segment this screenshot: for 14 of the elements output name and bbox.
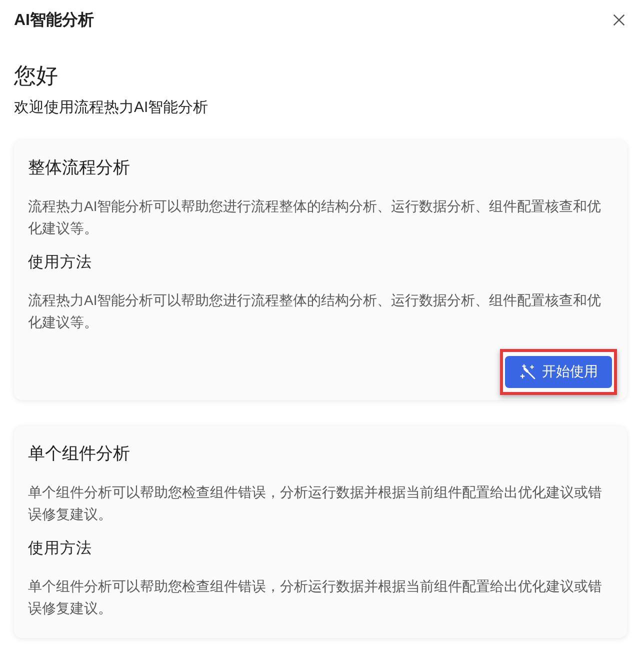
card-title: 单个组件分析: [28, 443, 130, 465]
usage-heading: 使用方法: [28, 539, 92, 559]
greeting-subtitle: 欢迎使用流程热力AI智能分析: [14, 98, 208, 118]
start-button[interactable]: 开始使用: [505, 356, 612, 388]
close-icon[interactable]: [613, 14, 625, 26]
usage-description: 流程热力AI智能分析可以帮助您进行流程整体的结构分析、运行数据分析、组件配置核查和优化建议等。: [28, 291, 602, 332]
dialog-title: AI智能分析: [14, 10, 94, 30]
usage-description: 单个组件分析可以帮助您检查组件错误，分析运行数据并根据当前组件配置给出优化建议或错误修复建议。: [28, 577, 603, 618]
usage-heading: 使用方法: [28, 253, 92, 273]
card-title: 整体流程分析: [28, 157, 130, 179]
magic-wand-icon: [520, 364, 536, 380]
greeting-heading: 您好: [14, 62, 58, 90]
card-description: 流程热力AI智能分析可以帮助您进行流程整体的结构分析、运行数据分析、组件配置核查和优化建议等。: [28, 197, 602, 238]
card-description: 单个组件分析可以帮助您检查组件错误，分析运行数据并根据当前组件配置给出优化建议或错误修复建议。: [28, 483, 603, 524]
